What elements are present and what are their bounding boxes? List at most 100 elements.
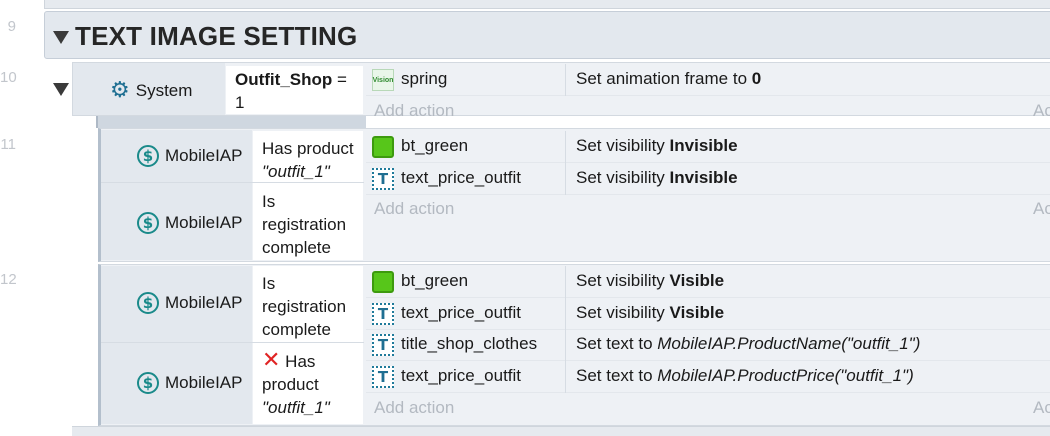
column-divider <box>565 64 566 96</box>
condition-line: product <box>262 375 319 394</box>
condition-text[interactable]: Is registration complete <box>253 183 363 260</box>
condition-object[interactable]: $ MobileIAP <box>137 145 242 167</box>
gear-icon: ⚙ <box>110 78 130 103</box>
condition-object-name: System <box>135 80 193 100</box>
action-value: Visible <box>669 271 725 290</box>
comparison-operator: = <box>332 70 347 89</box>
action-value: Invisible <box>669 168 738 187</box>
add-action-link-truncated[interactable]: Ac <box>1033 398 1050 418</box>
action-object-name: text_price_outfit <box>401 366 522 385</box>
action-expression: MobileIAP.ProductPrice("outfit_1") <box>657 366 914 385</box>
column-divider <box>565 163 566 195</box>
condition-object-name: MobileIAP <box>165 213 243 232</box>
collapse-triangle-icon[interactable] <box>53 83 69 96</box>
action-value: Invisible <box>669 136 738 155</box>
action-row[interactable]: Vision spring Set animation frame to 0 <box>366 64 1050 96</box>
dollar-icon: $ <box>137 212 159 234</box>
group-title: TEXT IMAGE SETTING <box>75 21 358 51</box>
condition-text[interactable]: Is registration complete <box>253 266 363 342</box>
action-text: Set visibility Visible <box>576 303 724 323</box>
dollar-icon: $ <box>137 292 159 314</box>
line-number: 11 <box>0 136 16 153</box>
action-object-name: text_price_outfit <box>401 303 522 322</box>
action-row[interactable]: bt_green Set visibility Visible <box>366 266 1050 298</box>
action-label: Set text to <box>576 334 658 353</box>
action-text: Set text to MobileIAP.ProductPrice("outf… <box>576 366 914 386</box>
condition-object-column <box>101 266 252 424</box>
condition-text[interactable]: ✕ Has product "outfit_1" <box>253 343 363 424</box>
line-number: 9 <box>7 18 16 35</box>
column-divider <box>565 298 566 330</box>
column-divider <box>565 329 566 361</box>
action-object-name: bt_green <box>401 271 469 290</box>
condition-object-name: MobileIAP <box>165 146 243 165</box>
condition-line: Is <box>262 274 276 293</box>
add-action-link[interactable]: Add action <box>374 398 454 418</box>
dollar-icon: $ <box>137 372 159 394</box>
action-expression: MobileIAP.ProductName("outfit_1") <box>657 334 921 353</box>
action-label: Set animation frame to <box>576 69 752 88</box>
dollar-icon: $ <box>137 145 159 167</box>
action-row[interactable]: T text_price_outfit Set text to MobileIA… <box>366 361 1050 393</box>
column-divider <box>565 266 566 298</box>
condition-line: Is <box>262 192 276 211</box>
action-row[interactable]: T title_shop_clothes Set text to MobileI… <box>366 329 1050 361</box>
sub-event-indent <box>96 116 366 128</box>
add-action-link[interactable]: Add action <box>374 101 454 121</box>
line-number: 12 <box>0 271 17 288</box>
text-object-icon: T <box>372 303 394 325</box>
action-row[interactable]: T text_price_outfit Set visibility Invis… <box>366 163 1050 195</box>
green-sprite-icon <box>372 136 394 158</box>
event-group-header[interactable]: TEXT IMAGE SETTING <box>44 11 1050 59</box>
condition-text[interactable]: Has product "outfit_1" <box>253 131 363 182</box>
action-row[interactable]: T text_price_outfit Set visibility Visib… <box>366 298 1050 330</box>
action-text: Set visibility Invisible <box>576 136 738 156</box>
action-value: 0 <box>751 69 762 88</box>
text-object-icon: T <box>372 366 394 388</box>
column-divider <box>565 131 566 163</box>
action-row[interactable]: bt_green Set visibility Invisible <box>366 131 1050 163</box>
action-label: Set visibility <box>576 168 670 187</box>
condition-line: Has <box>285 352 316 371</box>
action-text: Set visibility Visible <box>576 271 724 291</box>
action-object-name: bt_green <box>401 136 469 155</box>
action-label: Set visibility <box>576 271 670 290</box>
condition-object-name: MobileIAP <box>165 293 243 312</box>
collapse-triangle-icon[interactable] <box>53 31 69 44</box>
condition-line: complete <box>262 238 331 257</box>
action-label: Set visibility <box>576 136 670 155</box>
action-object-name: title_shop_clothes <box>401 334 538 353</box>
condition-object[interactable]: $ MobileIAP <box>137 372 242 394</box>
add-action-link[interactable]: Add action <box>374 199 454 219</box>
action-text: Set visibility Invisible <box>576 168 738 188</box>
text-object-icon: T <box>372 334 394 356</box>
column-divider <box>565 361 566 393</box>
condition-text[interactable]: Outfit_Shop = 1 <box>226 66 363 114</box>
action-label: Set text to <box>576 366 658 385</box>
previous-event-bottom <box>44 0 1050 9</box>
action-object-name: text_price_outfit <box>401 168 522 187</box>
condition-object[interactable]: $ MobileIAP <box>137 212 242 234</box>
action-label: Set visibility <box>576 303 670 322</box>
add-action-link-truncated[interactable]: Ac <box>1033 101 1050 121</box>
condition-line: complete <box>262 320 331 339</box>
action-object-name: spring <box>401 69 448 88</box>
green-sprite-icon <box>372 271 394 293</box>
next-event-top <box>72 426 1050 436</box>
condition-line: registration <box>262 215 347 234</box>
action-text: Set text to MobileIAP.ProductName("outfi… <box>576 334 920 354</box>
variable-name: Outfit_Shop <box>235 70 333 89</box>
comparison-value: 1 <box>235 93 245 112</box>
condition-object: ⚙ System <box>110 78 192 103</box>
action-text: Set animation frame to 0 <box>576 69 761 89</box>
line-number: 10 <box>0 69 17 86</box>
condition-object[interactable]: $ MobileIAP <box>137 292 242 314</box>
action-value: Visible <box>669 303 725 322</box>
condition-line: registration <box>262 297 347 316</box>
text-object-icon: T <box>372 168 394 190</box>
invert-x-icon: ✕ <box>262 348 281 373</box>
condition-parameter: "outfit_1" <box>262 398 330 417</box>
sprite-icon: Vision <box>372 69 394 91</box>
add-action-link-truncated[interactable]: Ac <box>1033 199 1050 219</box>
condition-line: Has product <box>262 139 354 158</box>
